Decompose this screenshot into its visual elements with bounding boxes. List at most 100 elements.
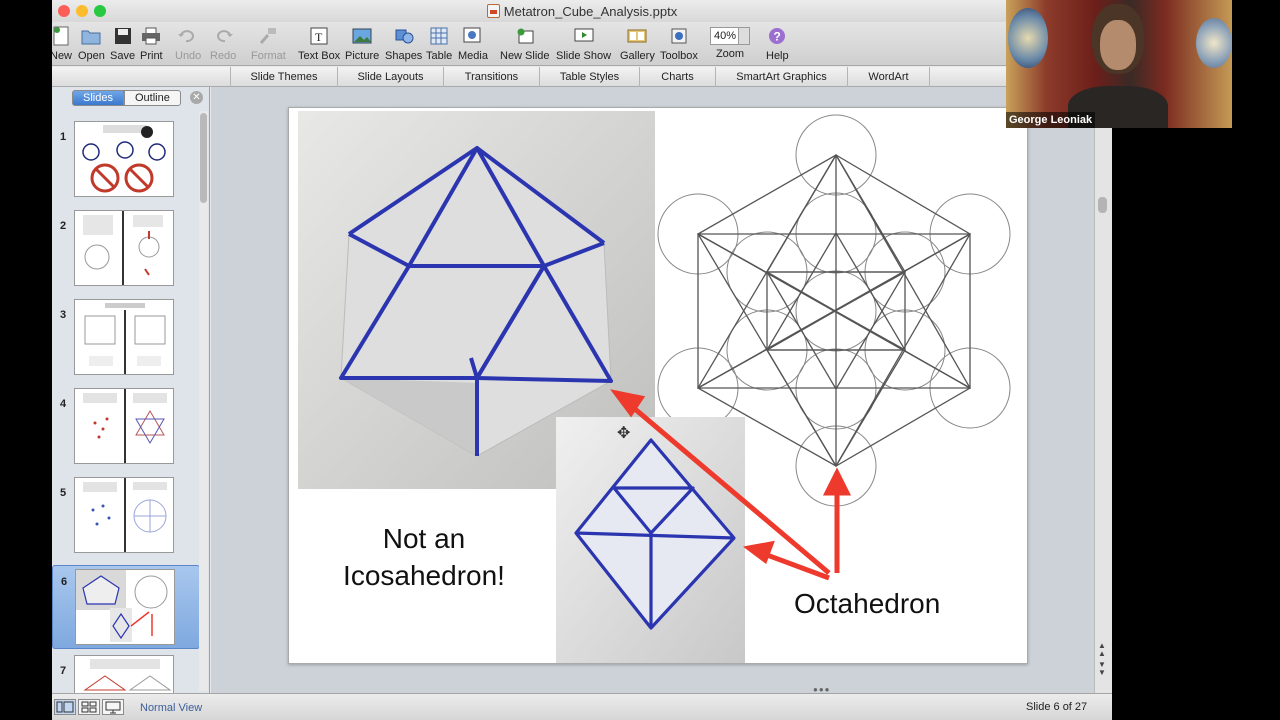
format-button[interactable]: Format bbox=[251, 24, 286, 64]
save-button[interactable]: Save bbox=[110, 24, 135, 64]
slide-thumbnail-row[interactable]: 3 bbox=[52, 299, 200, 379]
webcam-video-tile: George Leoniak bbox=[1006, 0, 1232, 128]
help-button[interactable]: ? Help bbox=[766, 24, 789, 64]
redo-button[interactable]: Redo bbox=[210, 24, 236, 64]
svg-text:?: ? bbox=[774, 30, 781, 44]
table-icon bbox=[428, 26, 450, 46]
editing-area-scrollbar[interactable]: ▲ ▲ ▼ ▼ bbox=[1094, 87, 1112, 693]
undo-button[interactable]: Undo bbox=[175, 24, 201, 64]
powerpoint-window: Metatron_Cube_Analysis.pptx New Open Sav… bbox=[52, 0, 1112, 720]
gallery-icon bbox=[626, 26, 648, 46]
zoom-select[interactable]: 40% bbox=[710, 27, 750, 45]
media-label: Media bbox=[458, 50, 488, 62]
gallery-button[interactable]: Gallery bbox=[620, 24, 655, 64]
slide-show-button[interactable]: Slide Show bbox=[556, 24, 611, 64]
slide-number: 2 bbox=[60, 220, 67, 232]
picture-button[interactable]: Picture bbox=[345, 24, 379, 64]
slide-thumbnail-row[interactable]: 7 bbox=[52, 655, 200, 693]
slide-number: 5 bbox=[60, 487, 67, 499]
slide-thumbnail-row[interactable]: 1 bbox=[52, 121, 200, 201]
next-slide-icon[interactable]: ▼ ▼ bbox=[1098, 661, 1106, 677]
tab-transitions[interactable]: Transitions bbox=[444, 67, 540, 87]
new-label: New bbox=[52, 50, 73, 62]
new-button[interactable]: New bbox=[52, 24, 72, 64]
slide-thumbnail-row[interactable]: 4 bbox=[52, 388, 200, 468]
close-window-button[interactable] bbox=[58, 5, 70, 17]
normal-view-icon[interactable] bbox=[54, 699, 76, 715]
slide-thumbnail[interactable] bbox=[75, 569, 175, 645]
tab-charts[interactable]: Charts bbox=[640, 67, 716, 87]
new-slide-icon bbox=[514, 26, 536, 46]
save-label: Save bbox=[110, 50, 136, 62]
toolbox-icon bbox=[668, 26, 690, 46]
slide-thumbnail-row[interactable]: 2 bbox=[52, 210, 200, 290]
tab-wordart[interactable]: WordArt bbox=[848, 67, 930, 87]
slide-thumbnail-row-selected[interactable]: 6 bbox=[52, 565, 200, 649]
ribbon-tab-bar: Slide Themes Slide Layouts Transitions T… bbox=[52, 67, 1112, 87]
media-icon bbox=[462, 26, 484, 46]
picture-icon bbox=[351, 26, 373, 46]
minimize-window-button[interactable] bbox=[76, 5, 88, 17]
view-mode-label: Normal View bbox=[140, 702, 203, 714]
open-button[interactable]: Open bbox=[78, 24, 105, 64]
printer-icon bbox=[140, 26, 162, 46]
slide-thumbnail[interactable] bbox=[74, 655, 174, 693]
slide-show-label: Slide Show bbox=[556, 50, 612, 62]
text-box-button[interactable]: T Text Box bbox=[298, 24, 340, 64]
zoom-window-button[interactable] bbox=[94, 5, 106, 17]
tab-table-styles[interactable]: Table Styles bbox=[540, 67, 640, 87]
caption-line-2: Icosahedron! bbox=[343, 560, 505, 591]
window-title: Metatron_Cube_Analysis.pptx bbox=[503, 3, 678, 19]
slide-thumbnail[interactable] bbox=[74, 121, 174, 197]
person-silhouette bbox=[1068, 4, 1168, 128]
previous-slide-icon[interactable]: ▲ ▲ bbox=[1098, 642, 1106, 658]
zoom-label: Zoom bbox=[715, 48, 745, 60]
slide-editing-area: ✥ Not an Icosahedron! Octahedron ▲ ▲ ▼ ▼… bbox=[211, 87, 1112, 694]
editing-scroll-thumb[interactable] bbox=[1098, 197, 1107, 213]
slides-pane-scroll-thumb[interactable] bbox=[200, 113, 207, 203]
tab-smartart-graphics[interactable]: SmartArt Graphics bbox=[716, 67, 848, 87]
octahedron-photo: ✥ bbox=[556, 417, 745, 663]
standard-toolbar: New Open Save Print Undo Redo Format T T… bbox=[52, 22, 1112, 66]
new-slide-label: New Slide bbox=[500, 50, 550, 62]
slide-sorter-view-icon[interactable] bbox=[78, 699, 100, 715]
pane-view-switch: Slides Outline bbox=[72, 90, 181, 106]
slide-canvas[interactable]: ✥ Not an Icosahedron! Octahedron bbox=[288, 107, 1028, 664]
zoom-control[interactable]: 40% Zoom bbox=[710, 24, 750, 64]
zoom-value: 40% bbox=[714, 30, 737, 42]
picture-label: Picture bbox=[345, 50, 380, 62]
slide-number: 1 bbox=[60, 131, 67, 143]
slide-thumbnail[interactable] bbox=[74, 210, 174, 286]
tab-slide-themes[interactable]: Slide Themes bbox=[230, 67, 338, 87]
tab-slide-layouts[interactable]: Slide Layouts bbox=[338, 67, 444, 87]
print-button[interactable]: Print bbox=[140, 24, 163, 64]
new-slide-button[interactable]: New Slide bbox=[500, 24, 550, 64]
slide-number: 4 bbox=[60, 398, 67, 410]
slide-show-icon bbox=[573, 26, 595, 46]
slide-thumbnail-list: 1 2 3 4 5 6 7 bbox=[52, 111, 200, 693]
slide-thumbnail[interactable] bbox=[74, 477, 174, 553]
slide-number: 7 bbox=[60, 665, 67, 677]
wall-mandala-left bbox=[1008, 8, 1048, 68]
shapes-button[interactable]: Shapes bbox=[385, 24, 422, 64]
status-bar: Normal View Slide 6 of 27 bbox=[52, 693, 1112, 720]
slide-thumbnail-row[interactable]: 5 bbox=[52, 477, 200, 557]
tab-outline[interactable]: Outline bbox=[123, 90, 181, 106]
octahedron-caption: Octahedron bbox=[794, 588, 941, 619]
toolbox-label: Toolbox bbox=[660, 50, 698, 62]
media-button[interactable]: Media bbox=[458, 24, 488, 64]
redo-label: Redo bbox=[210, 50, 237, 62]
text-box-label: Text Box bbox=[298, 50, 341, 62]
screen: Metatron_Cube_Analysis.pptx New Open Sav… bbox=[0, 0, 1280, 720]
toolbox-button[interactable]: Toolbox bbox=[660, 24, 698, 64]
tab-slides[interactable]: Slides bbox=[72, 90, 124, 106]
close-pane-icon[interactable]: ✕ bbox=[190, 91, 203, 104]
presenter-view-icon[interactable] bbox=[102, 699, 124, 715]
slides-pane-scrollbar[interactable] bbox=[199, 111, 208, 691]
slide-thumbnail[interactable] bbox=[74, 299, 174, 375]
slide-number: 6 bbox=[61, 576, 68, 588]
table-button[interactable]: Table bbox=[426, 24, 452, 64]
slide-thumbnail[interactable] bbox=[74, 388, 174, 464]
new-doc-icon bbox=[52, 26, 72, 46]
gallery-label: Gallery bbox=[620, 50, 655, 62]
